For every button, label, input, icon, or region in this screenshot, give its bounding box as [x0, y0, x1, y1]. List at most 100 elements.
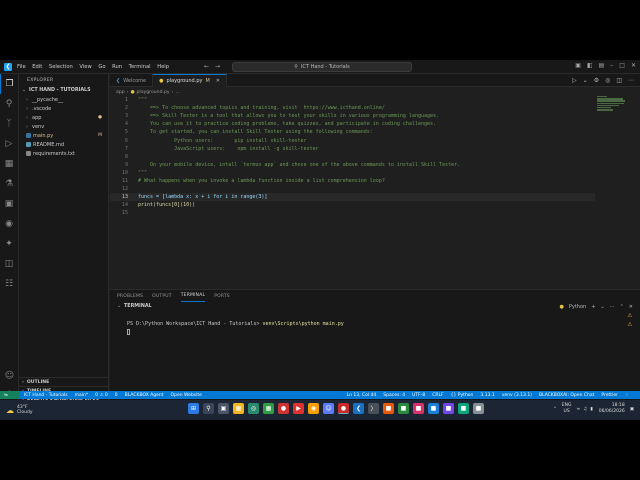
new-terminal-icon[interactable]: +: [591, 304, 595, 310]
menu-go[interactable]: Go: [98, 64, 105, 70]
menu-help[interactable]: Help: [157, 64, 169, 70]
terminal-output[interactable]: PS D:\Python Workspace\ICT Hand - Tutori…: [127, 321, 344, 335]
task-view-icon[interactable]: ▣: [218, 403, 229, 414]
file-explorer-icon[interactable]: ▦: [233, 403, 244, 414]
tree-item-requirements[interactable]: requirements.txt: [19, 149, 108, 158]
breadcrumb-folder[interactable]: app: [116, 90, 125, 95]
tab-output[interactable]: OUTPUT: [152, 290, 172, 302]
status-python-version[interactable]: 3.13.1: [480, 393, 494, 398]
edge-icon[interactable]: ◎: [248, 403, 259, 414]
maximize-panel-icon[interactable]: ⌃: [620, 304, 624, 310]
layout-icon[interactable]: ▣: [575, 62, 581, 69]
close-tab-icon[interactable]: ✕: [216, 78, 220, 84]
command-center-search[interactable]: ⚲ ICT Hand - Tutorials: [232, 62, 412, 72]
status-workspace[interactable]: ICT Hand - Tutorials: [24, 393, 68, 398]
status-branch[interactable]: main*: [75, 393, 89, 398]
breadcrumb-more[interactable]: ...: [175, 90, 179, 95]
menu-view[interactable]: View: [79, 64, 91, 70]
docker-icon[interactable]: ☷: [0, 274, 18, 294]
tree-item-app[interactable]: › app ●: [19, 113, 108, 122]
app-icon[interactable]: ■: [398, 403, 409, 414]
search-activity-icon[interactable]: ⚲: [0, 94, 18, 114]
vscode-taskbar-icon[interactable]: ❮: [353, 403, 364, 414]
status-eol[interactable]: CRLF: [432, 393, 443, 398]
source-control-icon[interactable]: ᛉ: [0, 114, 18, 134]
store-icon[interactable]: ▦: [263, 403, 274, 414]
tree-item-vscode[interactable]: › .vscode: [19, 104, 108, 113]
weather-widget[interactable]: ☁ 43°F Cloudy: [6, 405, 33, 415]
tab-playground[interactable]: ● playground.py M ✕: [153, 74, 227, 87]
more-actions-icon[interactable]: ⋯: [628, 77, 634, 84]
status-blackbox-chat[interactable]: BLACKBOXAI: Open Chat: [539, 393, 594, 398]
maximize-icon[interactable]: □: [619, 62, 625, 69]
minimize-icon[interactable]: –: [610, 62, 613, 69]
testing-icon[interactable]: ⚗: [0, 174, 18, 194]
sidebar-toggle-icon[interactable]: ◧: [587, 62, 593, 69]
menu-edit[interactable]: Edit: [32, 64, 42, 70]
settings-sync-icon[interactable]: ⚙: [594, 77, 599, 84]
blackbox-icon[interactable]: ◉: [0, 214, 18, 234]
terminal-taskbar-icon[interactable]: 〉: [368, 403, 379, 414]
app-icon[interactable]: ■: [428, 403, 439, 414]
workspace-section[interactable]: ⌄ ICT HAND - TUTORIALS: [19, 86, 108, 95]
search-icon[interactable]: ⚲: [203, 403, 214, 414]
split-editor-icon[interactable]: ◫: [616, 77, 622, 84]
app-icon[interactable]: ■: [443, 403, 454, 414]
account-icon[interactable]: ☺: [0, 366, 19, 386]
code-editor[interactable]: 1 """ 2 ==> To choose advanced topics and…: [110, 96, 595, 286]
back-arrow-icon[interactable]: ←: [204, 63, 209, 70]
status-language[interactable]: {} Python: [451, 393, 474, 398]
status-venv[interactable]: venv (3.13.1): [502, 393, 532, 398]
extensions-icon[interactable]: ▦: [0, 154, 18, 174]
tray-overflow-icon[interactable]: ⌃: [553, 407, 557, 412]
screen-recorder-icon[interactable]: ●: [338, 403, 349, 414]
run-debug-icon[interactable]: ▷: [0, 134, 18, 154]
teams-icon[interactable]: ☺: [323, 403, 334, 414]
tree-item-venv[interactable]: › venv: [19, 122, 108, 131]
app-icon[interactable]: ■: [413, 403, 424, 414]
terminal-shell-label[interactable]: Python: [569, 304, 586, 310]
tree-item-pycache[interactable]: › __pycache__: [19, 95, 108, 104]
status-problems[interactable]: 0 ⚠ 0: [95, 393, 108, 398]
battery-icon[interactable]: ▮: [590, 407, 592, 412]
tab-problems[interactable]: PROBLEMS: [117, 290, 143, 302]
forward-arrow-icon[interactable]: →: [215, 63, 220, 70]
close-panel-icon[interactable]: ✕: [629, 304, 633, 310]
menu-selection[interactable]: Selection: [49, 64, 73, 70]
volume-icon[interactable]: ♫: [583, 407, 587, 412]
tab-terminal[interactable]: TERMINAL: [180, 290, 206, 302]
ai-sparkle-icon[interactable]: ✦: [0, 234, 18, 254]
chat-icon[interactable]: ◫: [0, 254, 18, 274]
office-icon[interactable]: ●: [278, 403, 289, 414]
status-cursor-position[interactable]: Ln 13, Col 44: [347, 393, 377, 398]
warning-icon[interactable]: ⚠: [624, 313, 636, 322]
menu-run[interactable]: Run: [112, 64, 122, 70]
clock[interactable]: 18:18 06/06/2026: [599, 403, 625, 415]
menu-terminal[interactable]: Terminal: [129, 64, 151, 70]
notification-icon[interactable]: ▣: [630, 407, 634, 412]
warning-icon[interactable]: ⚠: [624, 322, 636, 331]
minimap[interactable]: [597, 96, 627, 116]
tab-ports[interactable]: PORTS: [214, 290, 230, 302]
app-icon[interactable]: ■: [383, 403, 394, 414]
outline-section[interactable]: › OUTLINE: [19, 377, 109, 386]
panel-toggle-icon[interactable]: ▤: [599, 62, 605, 69]
notifications-bell-icon[interactable]: ♢: [625, 393, 629, 398]
language-indicator[interactable]: ENG US: [562, 403, 572, 415]
tab-welcome[interactable]: ❮ Welcome: [110, 74, 154, 87]
chevron-down-icon[interactable]: ⌄: [583, 77, 588, 84]
status-open-website[interactable]: Open Website: [171, 393, 202, 398]
breadcrumb-file[interactable]: playground.py: [137, 90, 170, 95]
more-actions-icon[interactable]: ⋯: [610, 304, 615, 310]
chrome-icon[interactable]: ◉: [308, 403, 319, 414]
status-encoding[interactable]: UTF-8: [412, 393, 425, 398]
app-icon[interactable]: ■: [458, 403, 469, 414]
tree-item-main-py[interactable]: main.py M: [19, 131, 108, 140]
status-prettier[interactable]: Prettier: [601, 393, 618, 398]
copilot-icon[interactable]: ◎: [605, 77, 610, 84]
app-icon[interactable]: ■: [473, 403, 484, 414]
run-file-icon[interactable]: ▷: [572, 77, 577, 84]
wifi-icon[interactable]: ≈: [576, 407, 580, 412]
remote-explorer-icon[interactable]: ▣: [0, 194, 18, 214]
remote-indicator[interactable]: ⇋: [0, 391, 19, 399]
